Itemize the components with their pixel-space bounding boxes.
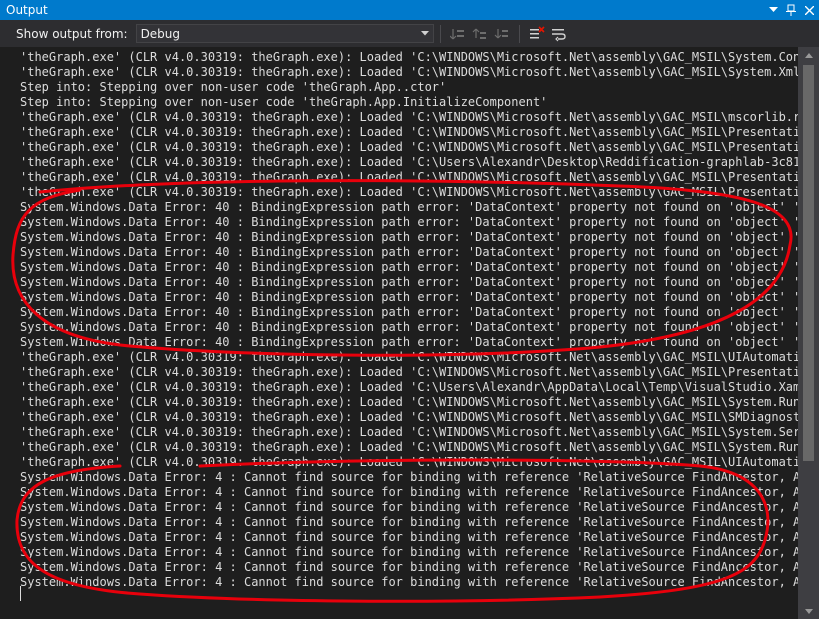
scrollbar-thumb[interactable] [803,65,814,461]
output-line: 'theGraph.exe' (CLR v4.0.30319: theGraph… [20,185,798,199]
output-line: 'theGraph.exe' (CLR v4.0.30319: theGraph… [20,350,798,364]
output-lines: 'theGraph.exe' (CLR v4.0.30319: theGraph… [20,50,798,590]
go-to-previous-message-icon[interactable] [469,23,491,45]
pin-icon[interactable] [783,0,799,20]
output-line: System.Windows.Data Error: 40 : BindingE… [20,305,798,319]
output-source-value: Debug [140,26,181,41]
vertical-scrollbar[interactable] [798,47,819,619]
clear-all-icon[interactable] [526,23,548,45]
output-line: Step into: Stepping over non-user code '… [20,95,548,109]
output-line: 'theGraph.exe' (CLR v4.0.30319: theGraph… [20,170,798,184]
close-icon[interactable] [801,0,817,20]
go-to-next-message-icon[interactable] [491,23,513,45]
output-line: System.Windows.Data Error: 4 : Cannot fi… [20,575,798,589]
output-line: System.Windows.Data Error: 40 : BindingE… [20,320,798,334]
window-title: Output [6,3,48,17]
output-line: System.Windows.Data Error: 40 : BindingE… [20,335,798,349]
output-toolbar: Show output from: Debug [0,20,819,47]
output-line: System.Windows.Data Error: 4 : Cannot fi… [20,500,798,514]
output-line: 'theGraph.exe' (CLR v4.0.30319: theGraph… [20,125,798,139]
output-line: 'theGraph.exe' (CLR v4.0.30319: theGraph… [20,425,798,439]
output-line: 'theGraph.exe' (CLR v4.0.30319: theGraph… [20,155,798,169]
toolbar-separator [518,24,520,43]
output-line: System.Windows.Data Error: 40 : BindingE… [20,290,798,304]
scroll-down-icon[interactable] [798,603,819,619]
output-line: System.Windows.Data Error: 40 : BindingE… [20,215,798,229]
output-line: System.Windows.Data Error: 40 : BindingE… [20,260,798,274]
output-line: 'theGraph.exe' (CLR v4.0.30319: theGraph… [20,50,798,64]
output-line: 'theGraph.exe' (CLR v4.0.30319: theGraph… [20,410,798,424]
output-line: System.Windows.Data Error: 4 : Cannot fi… [20,515,798,529]
text-caret [20,586,21,601]
output-line: System.Windows.Data Error: 40 : BindingE… [20,200,798,214]
output-line: 'theGraph.exe' (CLR v4.0.30319: theGraph… [20,455,798,469]
output-text-area[interactable]: 'theGraph.exe' (CLR v4.0.30319: theGraph… [0,47,798,619]
output-line: System.Windows.Data Error: 40 : BindingE… [20,230,798,244]
word-wrap-icon[interactable] [548,23,570,45]
output-line: System.Windows.Data Error: 4 : Cannot fi… [20,485,798,499]
output-line: 'theGraph.exe' (CLR v4.0.30319: theGraph… [20,140,798,154]
show-output-label: Show output from: [16,26,128,41]
output-line: 'theGraph.exe' (CLR v4.0.30319: theGraph… [20,365,798,379]
toolbar-separator [439,24,441,43]
output-line: Step into: Stepping over non-user code '… [20,80,447,94]
output-line: System.Windows.Data Error: 4 : Cannot fi… [20,545,798,559]
dropdown-menu-icon[interactable] [765,0,781,20]
output-line: 'theGraph.exe' (CLR v4.0.30319: theGraph… [20,395,798,409]
output-line: 'theGraph.exe' (CLR v4.0.30319: theGraph… [20,440,798,454]
output-line: System.Windows.Data Error: 40 : BindingE… [20,275,798,289]
scroll-up-icon[interactable] [798,47,819,63]
output-line: System.Windows.Data Error: 4 : Cannot fi… [20,560,798,574]
output-line: System.Windows.Data Error: 4 : Cannot fi… [20,470,798,484]
chevron-down-icon[interactable] [417,25,433,42]
output-line: 'theGraph.exe' (CLR v4.0.30319: theGraph… [20,110,798,124]
window-title-bar: Output [0,0,819,20]
output-line: 'theGraph.exe' (CLR v4.0.30319: theGraph… [20,65,798,79]
output-line: 'theGraph.exe' (CLR v4.0.30319: theGraph… [20,380,798,394]
output-line: System.Windows.Data Error: 40 : BindingE… [20,245,798,259]
output-source-select[interactable]: Debug [135,24,434,43]
find-previous-icon[interactable] [447,23,469,45]
output-line: System.Windows.Data Error: 4 : Cannot fi… [20,530,798,544]
